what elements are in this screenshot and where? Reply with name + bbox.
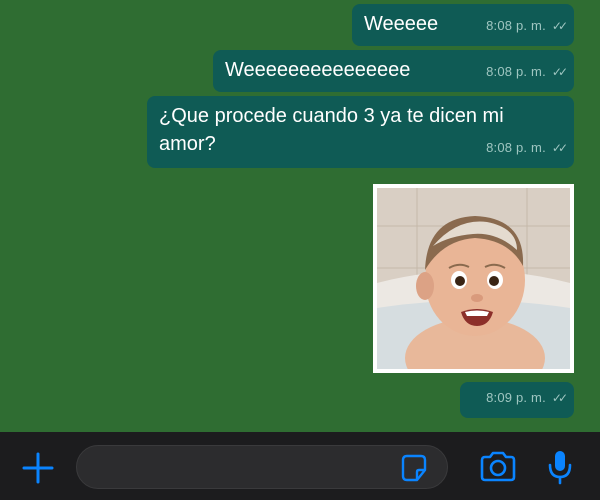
message-input[interactable] [93, 456, 397, 482]
read-ticks-icon: ✓✓ [551, 65, 568, 79]
message-meta: 8:08 p. m. ✓✓ [486, 58, 568, 86]
plus-icon[interactable] [18, 452, 58, 484]
image-message[interactable] [373, 184, 574, 373]
read-ticks-icon: ✓✓ [551, 19, 568, 33]
message-time: 8:08 p. m. [486, 140, 546, 155]
message-text: Weeeee [364, 13, 439, 35]
chat-area: Weeeee 8:08 p. m. ✓✓ Weeeeeeeeeeeeeee 8:0… [0, 0, 600, 432]
message-bubble[interactable]: ¿Que procede cuando 3 ya te dicen mi amo… [147, 96, 574, 168]
message-bubble[interactable]: Weeeee 8:08 p. m. ✓✓ [352, 4, 574, 46]
composer-bar [0, 432, 600, 500]
photo-baby-in-bath [377, 188, 570, 369]
message-text: Weeeeeeeeeeeeeee [225, 59, 411, 81]
message-bubble[interactable]: 8:09 p. m. ✓✓ [460, 382, 574, 418]
message-meta: 8:09 p. m. ✓✓ [486, 384, 568, 412]
message-meta: 8:08 p. m. ✓✓ [486, 134, 568, 162]
message-bubble[interactable]: Weeeeeeeeeeeeeee 8:08 p. m. ✓✓ [213, 50, 574, 92]
read-ticks-icon: ✓✓ [551, 141, 568, 155]
message-time: 8:08 p. m. [486, 18, 546, 33]
sticker-icon[interactable] [399, 454, 429, 482]
message-input-field[interactable] [76, 445, 448, 489]
read-ticks-icon: ✓✓ [551, 391, 568, 405]
message-meta: 8:08 p. m. ✓✓ [486, 12, 568, 40]
message-time: 8:09 p. m. [486, 390, 546, 405]
message-time: 8:08 p. m. [486, 64, 546, 79]
microphone-icon[interactable] [545, 448, 575, 486]
camera-icon[interactable] [476, 450, 520, 484]
